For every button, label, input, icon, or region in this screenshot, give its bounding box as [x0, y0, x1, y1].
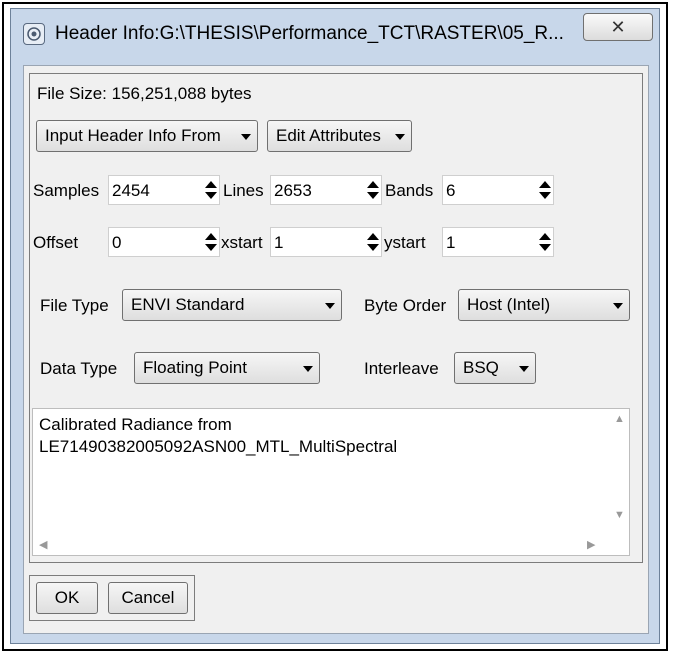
header-info-dialog: Header Info:G:\THESIS\Performance_TCT\RA… — [10, 8, 660, 644]
close-icon: ✕ — [610, 17, 626, 37]
ystart-stepper[interactable] — [442, 227, 554, 258]
description-line-1: Calibrated Radiance from — [39, 415, 232, 434]
cancel-label: Cancel — [121, 588, 175, 607]
up-down-arrows-icon[interactable] — [205, 179, 217, 203]
input-header-info-dropdown[interactable]: Input Header Info From — [36, 120, 258, 152]
samples-stepper[interactable] — [108, 175, 220, 206]
input-header-info-label: Input Header Info From — [45, 126, 221, 145]
chevron-down-icon — [241, 134, 251, 140]
chevron-down-icon — [303, 366, 313, 372]
chevron-down-icon — [395, 134, 405, 140]
interleave-label: Interleave — [364, 359, 439, 378]
description-textarea[interactable]: Calibrated Radiance from LE7149038200509… — [32, 408, 630, 556]
chevron-down-icon — [613, 303, 623, 309]
ystart-input[interactable] — [443, 228, 536, 258]
horizontal-scrollbar[interactable]: ◀ ▶ — [33, 535, 609, 555]
xstart-stepper[interactable] — [270, 227, 382, 258]
dialog-body: File Size: 156,251,088 bytes Input Heade… — [23, 65, 649, 634]
up-down-arrows-icon[interactable] — [539, 179, 551, 203]
samples-label: Samples — [33, 181, 100, 200]
data-type-value: Floating Point — [143, 358, 247, 377]
scroll-up-icon[interactable]: ▲ — [614, 413, 625, 425]
ok-label: OK — [54, 588, 80, 607]
data-type-label: Data Type — [40, 359, 118, 378]
title-bar[interactable]: Header Info:G:\THESIS\Performance_TCT\RA… — [11, 9, 659, 49]
file-size-label: File Size: 156,251,088 bytes — [37, 84, 252, 103]
bands-label: Bands — [385, 181, 434, 200]
scroll-left-icon[interactable]: ◀ — [39, 538, 47, 551]
window-title: Header Info:G:\THESIS\Performance_TCT\RA… — [55, 23, 564, 44]
lines-stepper[interactable] — [270, 175, 382, 206]
offset-input[interactable] — [109, 228, 202, 258]
edit-attributes-label: Edit Attributes — [276, 126, 381, 145]
file-type-select[interactable]: ENVI Standard — [122, 289, 342, 321]
xstart-label: xstart — [221, 233, 263, 252]
file-type-label: File Type — [40, 296, 109, 315]
xstart-input[interactable] — [271, 228, 364, 258]
byte-order-select[interactable]: Host (Intel) — [458, 289, 630, 321]
chevron-down-icon — [325, 303, 335, 309]
app-icon — [23, 23, 45, 45]
chevron-down-icon — [519, 366, 529, 372]
byte-order-label: Byte Order — [364, 296, 447, 315]
bands-stepper[interactable] — [442, 175, 554, 206]
ystart-label: ystart — [384, 233, 426, 252]
action-buttons-frame: OK Cancel — [29, 575, 195, 621]
lines-label: Lines — [223, 181, 264, 200]
cancel-button[interactable]: Cancel — [108, 582, 188, 614]
close-button[interactable]: ✕ — [583, 13, 653, 41]
offset-label: Offset — [33, 233, 79, 252]
up-down-arrows-icon[interactable] — [205, 231, 217, 255]
scroll-right-icon[interactable]: ▶ — [587, 538, 595, 551]
offset-stepper[interactable] — [108, 227, 220, 258]
up-down-arrows-icon[interactable] — [367, 179, 379, 203]
lines-input[interactable] — [271, 176, 364, 206]
up-down-arrows-icon[interactable] — [539, 231, 551, 255]
bands-input[interactable] — [443, 176, 536, 206]
file-type-value: ENVI Standard — [131, 295, 245, 314]
ok-button[interactable]: OK — [36, 582, 98, 614]
scroll-down-icon[interactable]: ▼ — [614, 509, 625, 521]
up-down-arrows-icon[interactable] — [367, 231, 379, 255]
byte-order-value: Host (Intel) — [467, 295, 551, 314]
vertical-scrollbar[interactable]: ▲ ▼ — [609, 409, 629, 537]
samples-input[interactable] — [109, 176, 202, 206]
interleave-select[interactable]: BSQ — [454, 352, 536, 384]
description-line-2: LE71490382005092ASN00_MTL_MultiSpectral — [39, 437, 398, 456]
edit-attributes-dropdown[interactable]: Edit Attributes — [267, 120, 412, 152]
data-type-select[interactable]: Floating Point — [134, 352, 320, 384]
interleave-value: BSQ — [463, 358, 499, 377]
